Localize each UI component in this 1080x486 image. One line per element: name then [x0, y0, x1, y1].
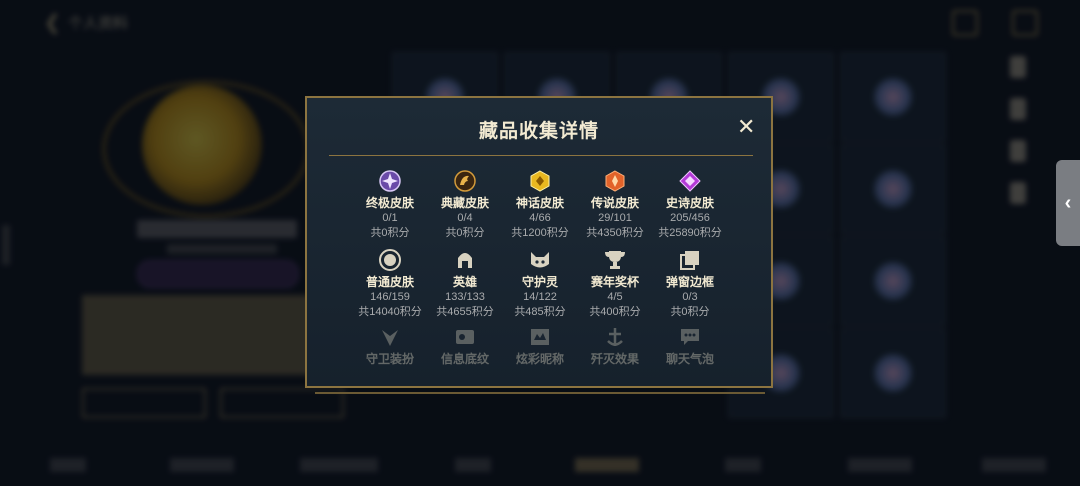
chevron-left-icon: ‹ [1064, 191, 1072, 214]
collection-count: 205/456 [670, 212, 710, 224]
collection-points: 共1200积分 [511, 227, 569, 239]
close-icon[interactable]: ✕ [737, 114, 755, 140]
collection-count: 0/3 [682, 291, 698, 303]
collection-points: 共485积分 [514, 306, 566, 318]
collection-label: 典藏皮肤 [440, 196, 489, 210]
collection-label: 英雄 [452, 275, 477, 289]
collection-points: 共0积分 [445, 227, 485, 239]
collection-count: 14/122 [523, 291, 557, 303]
collection-item-dazzle-nickname[interactable]: 炫彩昵称 [500, 326, 580, 367]
ward-skin-icon [379, 326, 401, 348]
collection-item-collector-skin[interactable]: 典藏皮肤 0/4 共0积分 [425, 170, 505, 241]
collection-label: 歼灭效果 [590, 352, 639, 366]
collection-item-ultimate-skin[interactable]: 终极皮肤 0/1 共0积分 [350, 170, 430, 241]
collection-item-guardian-spirit[interactable]: 守护灵 14/122 共485积分 [500, 249, 580, 320]
collection-points: 共400积分 [589, 306, 641, 318]
collector-skin-icon [454, 170, 476, 192]
collection-label: 普通皮肤 [365, 275, 414, 289]
ultimate-skin-icon [379, 170, 401, 192]
collection-count: 0/4 [457, 212, 473, 224]
collection-item-epic-skin[interactable]: 史诗皮肤 205/456 共25890积分 [650, 170, 730, 241]
collection-item-annihilation-effect[interactable]: 歼灭效果 [575, 326, 655, 367]
collection-item-ward-skin[interactable]: 守卫装扮 [350, 326, 430, 367]
legendary-skin-icon [604, 170, 626, 192]
mythic-skin-icon [529, 170, 551, 192]
guardian-spirit-icon [529, 249, 551, 271]
collection-item-hero[interactable]: 英雄 133/133 共4655积分 [425, 249, 505, 320]
collection-points: 共14040积分 [358, 306, 422, 318]
collection-count: 29/101 [598, 212, 632, 224]
collection-item-normal-skin[interactable]: 普通皮肤 146/159 共14040积分 [350, 249, 430, 320]
collection-label: 炫彩昵称 [515, 352, 564, 366]
collection-item-popup-frame[interactable]: 弹窗边框 0/3 共0积分 [650, 249, 730, 320]
collection-detail-modal: 藏品收集详情 ✕ 终极皮肤 0/1 共0积分 典藏皮肤 0/4 共0积分 神话皮… [305, 96, 773, 388]
modal-title: 藏品收集详情 [478, 121, 599, 142]
collection-count: 4/66 [529, 212, 551, 224]
collection-item-mythic-skin[interactable]: 神话皮肤 4/66 共1200积分 [500, 170, 580, 241]
normal-skin-icon [379, 249, 401, 271]
collection-label: 弹窗边框 [665, 275, 714, 289]
collection-item-legendary-skin[interactable]: 传说皮肤 29/101 共4350积分 [575, 170, 655, 241]
collection-label: 守护灵 [521, 275, 558, 289]
collection-label: 终极皮肤 [365, 196, 414, 210]
collection-points: 共0积分 [670, 306, 710, 318]
collection-points: 共0积分 [370, 227, 410, 239]
collection-points: 共4655积分 [436, 306, 494, 318]
collection-points: 共4350积分 [586, 227, 644, 239]
chat-bubble-icon [679, 326, 701, 348]
collection-count: 146/159 [370, 291, 410, 303]
hero-icon [454, 249, 476, 271]
collection-label: 赛年奖杯 [590, 275, 639, 289]
collection-count: 0/1 [382, 212, 398, 224]
annihilation-effect-icon [604, 326, 626, 348]
dazzle-nickname-icon [529, 326, 551, 348]
info-shading-icon [454, 326, 476, 348]
popup-frame-icon [679, 249, 701, 271]
collection-item-info-shading[interactable]: 信息底纹 [425, 326, 505, 367]
collection-count: 4/5 [607, 291, 623, 303]
divider [329, 155, 753, 156]
collection-label: 神话皮肤 [515, 196, 564, 210]
side-drawer-handle[interactable]: ‹ [1056, 160, 1080, 246]
season-trophy-icon [604, 249, 626, 271]
collection-label: 守卫装扮 [365, 352, 414, 366]
collection-item-season-trophy[interactable]: 赛年奖杯 4/5 共400积分 [575, 249, 655, 320]
collection-points: 共25890积分 [658, 227, 722, 239]
epic-skin-icon [679, 170, 701, 192]
collection-label: 聊天气泡 [665, 352, 714, 366]
collection-label: 信息底纹 [440, 352, 489, 366]
collection-label: 传说皮肤 [590, 196, 639, 210]
collection-label: 史诗皮肤 [665, 196, 714, 210]
collection-count: 133/133 [445, 291, 485, 303]
collection-item-chat-bubble[interactable]: 聊天气泡 [650, 326, 730, 367]
